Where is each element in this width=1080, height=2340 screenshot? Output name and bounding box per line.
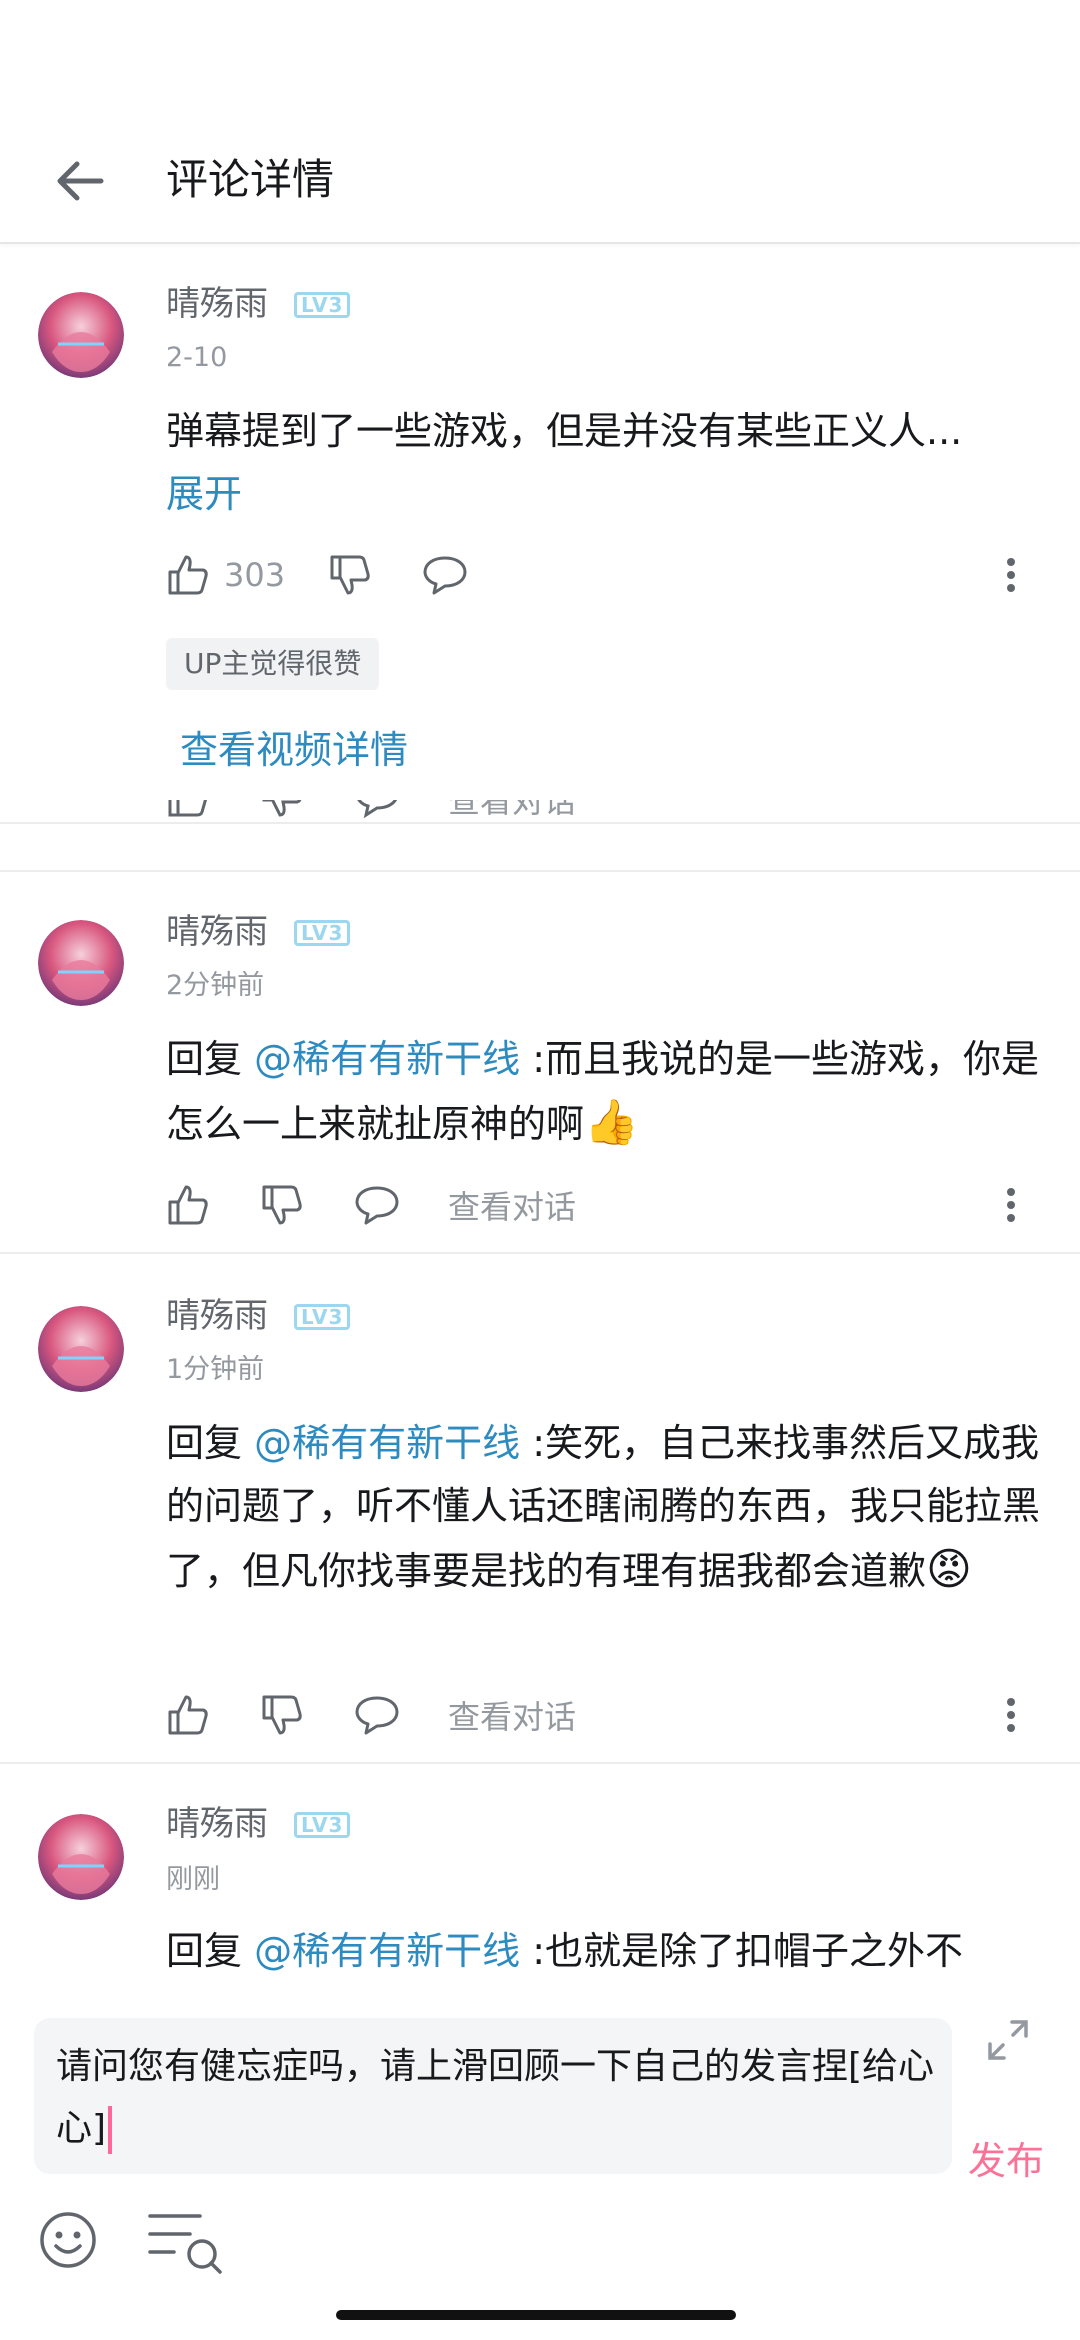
reply-prefix: 回复 xyxy=(166,1929,255,1973)
like-count: 303 xyxy=(224,556,286,594)
search-list-button[interactable] xyxy=(146,2210,228,2274)
level-badge: LV3 xyxy=(294,292,351,318)
username[interactable]: 晴殇雨 xyxy=(166,910,268,954)
comment-icon xyxy=(355,1186,399,1225)
thumbs-down-icon xyxy=(330,555,370,595)
more-vertical-icon xyxy=(1007,1188,1015,1222)
comment-text: 弹幕提到了一些游戏，但是并没有某些正义人... xyxy=(166,409,963,453)
top-app-bar: 评论详情 xyxy=(0,120,1080,244)
level-badge: LV3 xyxy=(294,920,351,946)
comment-actions: 查看对话 xyxy=(166,1690,1046,1740)
like-button[interactable]: 303 xyxy=(166,550,285,600)
expand-link[interactable]: 展开 xyxy=(166,472,242,516)
like-button[interactable] xyxy=(166,1180,210,1230)
thumbs-up-icon xyxy=(168,1185,208,1225)
publish-button[interactable]: 发布 xyxy=(968,2130,1044,2185)
status-bar xyxy=(0,0,1080,120)
mention-link[interactable]: @稀有有新干线 xyxy=(254,1421,520,1465)
comment-time: 2分钟前 xyxy=(166,970,265,1001)
reply-prefix: 回复 xyxy=(166,1421,255,1465)
more-vertical-icon xyxy=(1007,1698,1015,1732)
page-title: 评论详情 xyxy=(166,155,335,204)
reply-input-text: 请问您有健忘症吗，请上滑回顾一下自己的发言捏[给心心] xyxy=(56,2046,935,2149)
comment-icon xyxy=(357,800,398,819)
smiley-icon xyxy=(40,2212,96,2268)
comment-time: 1分钟前 xyxy=(166,1354,265,1385)
reply-input[interactable]: 请问您有健忘症吗，请上滑回顾一下自己的发言捏[给心心] xyxy=(34,2018,952,2174)
comment-actions: 查看对话 xyxy=(166,1180,1046,1230)
divider xyxy=(0,870,1080,872)
thumbs-up-emoji: 👍 xyxy=(584,1097,639,1148)
thumbs-down-icon xyxy=(262,1185,302,1225)
comment-actions: 303 xyxy=(166,550,1046,600)
thumbs-up-icon xyxy=(168,555,208,595)
dislike-button[interactable] xyxy=(328,550,372,600)
username[interactable]: 晴殇雨 xyxy=(166,282,268,326)
more-button[interactable] xyxy=(996,1180,1026,1230)
avatar[interactable] xyxy=(38,1814,124,1900)
divider xyxy=(0,1252,1080,1254)
dislike-button[interactable] xyxy=(260,1690,304,1740)
emoji-button[interactable] xyxy=(38,2210,98,2270)
arrow-left-icon xyxy=(57,161,104,201)
reply-button[interactable] xyxy=(422,550,468,600)
avatar[interactable] xyxy=(38,292,124,378)
comment-icon xyxy=(423,556,467,595)
view-conversation-link[interactable]: 查看对话 xyxy=(448,1690,576,1740)
thumbs-up-icon xyxy=(168,1695,208,1735)
fullscreen-expand-button[interactable] xyxy=(986,2018,1030,2062)
list-search-icon xyxy=(148,2214,222,2274)
reply-input-bar: 请问您有健忘症吗，请上滑回顾一下自己的发言捏[给心心] 发布 xyxy=(0,1988,1080,2340)
view-video-link[interactable]: 查看视频详情 xyxy=(180,720,408,780)
thumbs-up-icon xyxy=(168,800,207,817)
up-liked-badge: UP主觉得很赞 xyxy=(166,638,380,690)
comment-text: :也就是除了扣帽子之外不 xyxy=(520,1929,963,1973)
comment-time: 2-10 xyxy=(166,342,228,373)
more-vertical-icon xyxy=(1007,558,1015,592)
comment-icon xyxy=(355,1696,399,1735)
text-cursor xyxy=(108,2106,113,2154)
username[interactable]: 晴殇雨 xyxy=(166,1294,268,1338)
angry-emoji: 😡 xyxy=(926,1544,972,1595)
like-button[interactable] xyxy=(166,1690,210,1740)
reply-button[interactable] xyxy=(354,1690,400,1740)
username[interactable]: 晴殇雨 xyxy=(166,1802,268,1846)
comment-time: 刚刚 xyxy=(166,1864,220,1895)
hidden-actions-row: 查看对话 xyxy=(0,800,1080,822)
thumbs-down-icon xyxy=(262,800,302,817)
avatar[interactable] xyxy=(38,1306,124,1392)
view-conversation-link[interactable]: 查看对话 xyxy=(448,1180,576,1230)
level-badge: LV3 xyxy=(294,1812,351,1838)
view-conversation-label: 查看对话 xyxy=(448,1188,577,1226)
level-badge: LV3 xyxy=(294,1304,351,1330)
home-indicator xyxy=(336,2310,736,2320)
reply-button[interactable] xyxy=(354,1180,400,1230)
comment-text-block: 回复 @稀有有新干线 :而且我说的是一些游戏，你是怎么一上来就扯原神的啊👍 xyxy=(166,1028,1046,1156)
back-button[interactable] xyxy=(50,146,110,216)
more-button[interactable] xyxy=(996,1690,1026,1740)
avatar[interactable] xyxy=(38,920,124,1006)
more-button[interactable] xyxy=(996,550,1026,600)
mention-link[interactable]: @稀有有新干线 xyxy=(254,1929,520,1973)
mention-link[interactable]: @稀有有新干线 xyxy=(254,1037,520,1081)
view-conversation-label: 查看对话 xyxy=(448,1698,577,1736)
divider xyxy=(0,1762,1080,1764)
comment-text-block: 回复 @稀有有新干线 :笑死，自己来找事然后又成我的问题了，听不懂人话还瞎闹腾的… xyxy=(166,1412,1046,1603)
view-conversation-link[interactable]: 查看对话 xyxy=(448,800,576,822)
thumbs-down-icon xyxy=(262,1695,302,1735)
dislike-button[interactable] xyxy=(260,1180,304,1230)
reply-prefix: 回复 xyxy=(166,1037,255,1081)
comment-text-block: 回复 @稀有有新干线 :也就是除了扣帽子之外不 xyxy=(166,1920,1046,1988)
expand-icon xyxy=(988,2020,1028,2060)
divider xyxy=(0,822,1080,824)
comment-text-block: 弹幕提到了一些游戏，但是并没有某些正义人... 展开 xyxy=(166,400,1046,526)
